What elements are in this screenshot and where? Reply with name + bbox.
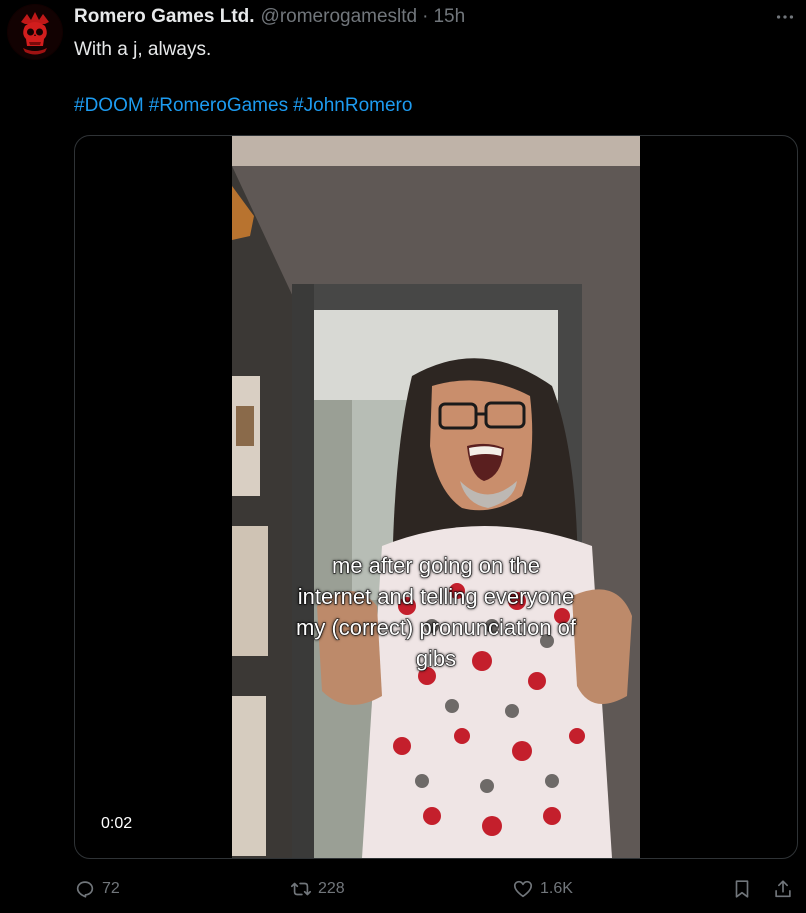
bookmark-icon: [735, 880, 749, 898]
bookmark-button[interactable]: [731, 874, 753, 904]
tweet: Romero Games Ltd. @romerogamesltd · 15h …: [0, 0, 806, 913]
reply-button[interactable]: 72: [74, 874, 120, 904]
share-icon: [775, 880, 791, 898]
repost-button[interactable]: 228: [290, 874, 345, 904]
video-player[interactable]: me after going on the internet and telli…: [74, 135, 798, 859]
hashtag-link[interactable]: #RomeroGames: [149, 95, 288, 116]
caption-line: gibs: [415, 646, 457, 672]
hashtags: #DOOM #RomeroGames #JohnRomero: [74, 94, 417, 118]
video-frame[interactable]: me after going on the internet and telli…: [232, 136, 640, 858]
video-still-image: [232, 136, 640, 858]
hashtag-link[interactable]: #DOOM: [74, 95, 144, 116]
more-dots-icon: [776, 15, 794, 19]
timestamp-link[interactable]: 15h: [433, 6, 465, 28]
video-caption: me after going on the internet and telli…: [232, 550, 640, 674]
reply-icon: [76, 881, 94, 898]
repost-icon: [291, 882, 311, 896]
hashtag-link[interactable]: #JohnRomero: [293, 95, 412, 116]
more-options-button[interactable]: [770, 6, 800, 28]
caption-line: me after going on the: [332, 553, 541, 579]
skull-logo-icon: [8, 5, 62, 59]
video-timestamp: 0:02: [93, 812, 141, 836]
repost-count: 228: [318, 880, 345, 897]
caption-line: internet and telling everyone: [297, 584, 575, 610]
share-button[interactable]: [772, 874, 794, 904]
reply-count: 72: [102, 880, 120, 897]
like-button[interactable]: 1.6K: [512, 874, 573, 904]
display-name[interactable]: Romero Games Ltd.: [74, 6, 255, 28]
caption-line: my (correct) pronunciation of: [296, 615, 577, 641]
like-count: 1.6K: [540, 880, 573, 897]
avatar[interactable]: [7, 4, 63, 60]
handle[interactable]: @romerogamesltd: [261, 6, 418, 28]
tweet-header: Romero Games Ltd. @romerogamesltd · 15h: [74, 6, 465, 30]
tweet-text: With a j, always.: [74, 39, 212, 60]
separator-dot: ·: [422, 6, 429, 27]
action-bar: 72 228 1.6K: [0, 874, 806, 904]
heart-icon: [513, 880, 533, 898]
